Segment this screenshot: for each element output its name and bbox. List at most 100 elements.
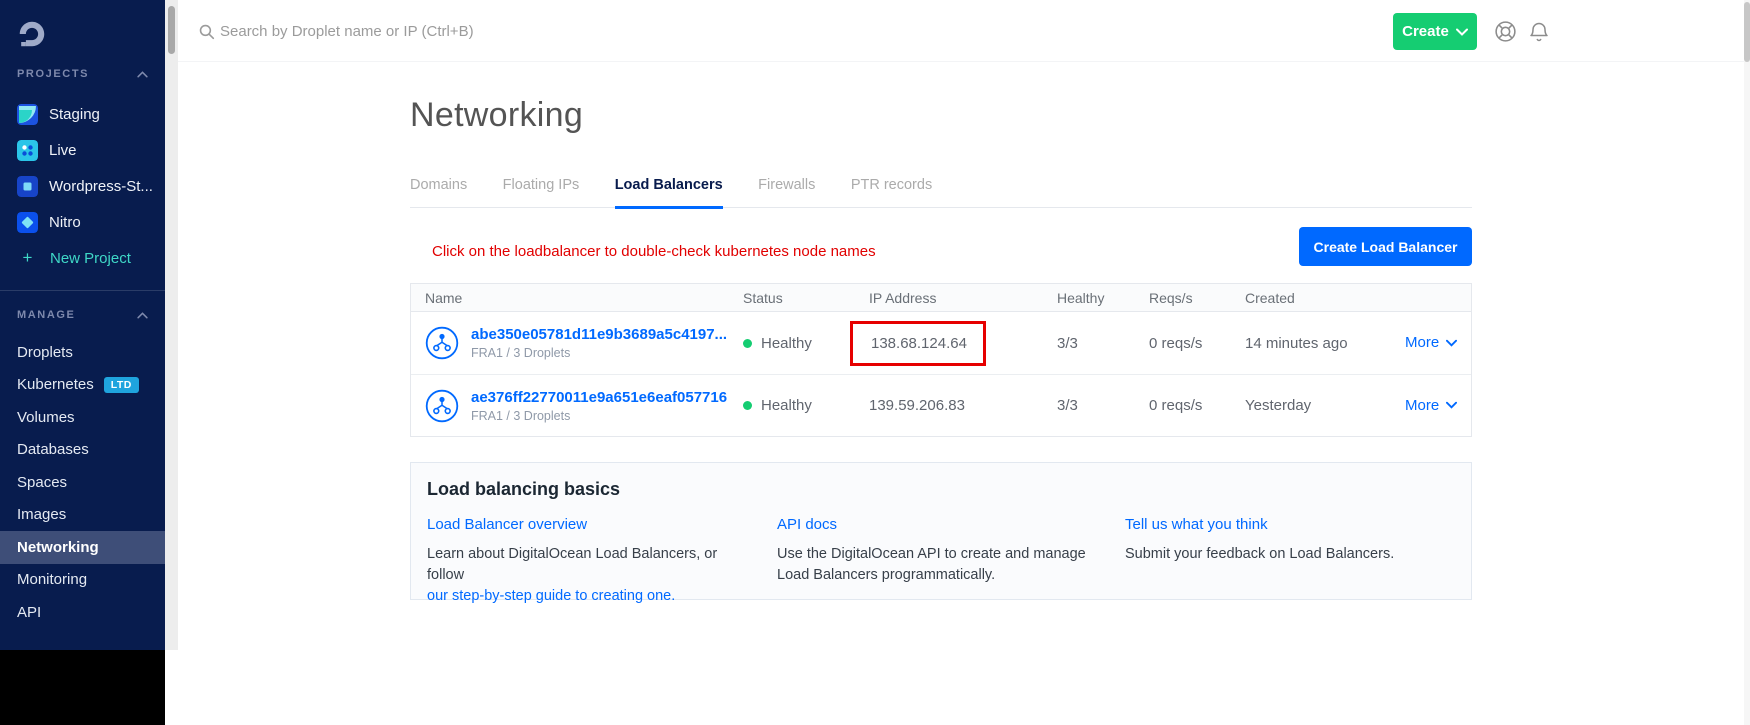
sidebar-item-label: Volumes: [17, 409, 75, 426]
page-scrollbar[interactable]: [1744, 0, 1750, 725]
sidebar-item-live[interactable]: Live: [0, 132, 165, 168]
status-dot-healthy: [743, 339, 752, 348]
help-lifebuoy-icon[interactable]: [1493, 19, 1518, 44]
tab-ptr-records[interactable]: PTR records: [851, 177, 932, 206]
column-header-created: Created: [1245, 290, 1405, 306]
table-row[interactable]: ae376ff22770011e9a651e6eaf057716 FRA1 / …: [411, 374, 1471, 436]
basics-title: Load balancing basics: [427, 479, 620, 500]
sidebar-item-label: Kubernetes: [17, 376, 94, 393]
requests-per-second: 0 reqs/s: [1149, 335, 1245, 352]
tab-firewalls[interactable]: Firewalls: [758, 177, 815, 206]
load-balancer-name-link[interactable]: ae376ff22770011e9a651e6eaf057716: [471, 389, 727, 406]
sidebar-item-label: Nitro: [49, 214, 81, 231]
basics-column-overview: Load Balancer overview Learn about Digit…: [427, 516, 757, 607]
create-load-balancer-button[interactable]: Create Load Balancer: [1299, 227, 1472, 266]
sidebar-scrollbar-thumb[interactable]: [168, 6, 175, 54]
status-label: Healthy: [761, 335, 812, 352]
load-balancer-icon: [425, 326, 459, 360]
chevron-up-icon: [137, 71, 148, 78]
app-window: PROJECTS Staging Live Wordpress-St... Ni…: [0, 0, 1750, 725]
table-row[interactable]: abe350e05781d11e9b3689a5c4197... FRA1 / …: [411, 312, 1471, 374]
new-project-label: New Project: [50, 250, 131, 267]
projects-section-header[interactable]: PROJECTS: [17, 68, 148, 80]
more-menu-button[interactable]: More: [1405, 334, 1457, 351]
more-label: More: [1405, 397, 1439, 414]
project-icon-live: [17, 140, 38, 161]
manage-section-header[interactable]: MANAGE: [17, 309, 148, 321]
load-balancer-icon: [425, 389, 459, 423]
sidebar-item-api[interactable]: API: [0, 596, 165, 629]
create-button-label: Create: [1402, 23, 1449, 40]
basics-text: Use the DigitalOcean API to create and m…: [777, 546, 1086, 583]
load-balancer-subtitle: FRA1 / 3 Droplets: [471, 346, 727, 360]
step-by-step-guide-link[interactable]: our step-by-step guide to creating one.: [427, 588, 675, 604]
load-balancer-table: Name Status IP Address Healthy Reqs/s Cr…: [410, 283, 1472, 437]
manage-header-label: MANAGE: [17, 309, 76, 321]
basics-column-api: API docs Use the DigitalOcean API to cre…: [777, 516, 1107, 586]
sidebar-item-networking[interactable]: Networking: [0, 531, 165, 564]
sidebar-item-databases[interactable]: Databases: [0, 434, 165, 467]
column-header-name: Name: [425, 290, 743, 306]
sidebar-item-label: Spaces: [17, 474, 67, 491]
api-docs-link[interactable]: API docs: [777, 516, 837, 533]
status-dot-healthy: [743, 401, 752, 410]
chevron-down-icon: [1456, 28, 1468, 36]
sidebar-item-label: Databases: [17, 441, 89, 458]
more-label: More: [1405, 334, 1439, 351]
sidebar-item-label: Droplets: [17, 344, 73, 361]
load-balancer-name-link[interactable]: abe350e05781d11e9b3689a5c4197...: [471, 326, 727, 343]
sidebar-item-spaces[interactable]: Spaces: [0, 466, 165, 499]
sidebar-item-images[interactable]: Images: [0, 499, 165, 532]
sidebar-item-kubernetes[interactable]: Kubernetes LTD: [0, 369, 165, 402]
projects-list: Staging Live Wordpress-St... Nitro + New…: [0, 96, 165, 276]
created-time: 14 minutes ago: [1245, 335, 1405, 352]
sidebar-item-label: Wordpress-St...: [49, 178, 153, 195]
sidebar-item-label: Images: [17, 506, 66, 523]
sidebar-item-label: Networking: [17, 539, 99, 556]
basics-text: Learn about DigitalOcean Load Balancers,…: [427, 546, 717, 583]
table-header-row: Name Status IP Address Healthy Reqs/s Cr…: [411, 284, 1471, 312]
page-title: Networking: [410, 96, 583, 135]
tab-floating-ips[interactable]: Floating IPs: [503, 177, 580, 206]
notifications-bell-icon[interactable]: [1527, 19, 1551, 44]
new-project-button[interactable]: + New Project: [0, 240, 165, 276]
column-header-status: Status: [743, 290, 869, 306]
chevron-up-icon: [137, 312, 148, 319]
requests-per-second: 0 reqs/s: [1149, 397, 1245, 414]
sidebar-item-label: Monitoring: [17, 571, 87, 588]
sidebar: PROJECTS Staging Live Wordpress-St... Ni…: [0, 0, 165, 650]
chevron-down-icon: [1446, 339, 1457, 347]
sidebar-item-volumes[interactable]: Volumes: [0, 401, 165, 434]
plus-icon: +: [17, 248, 38, 268]
digitalocean-logo-icon[interactable]: [16, 18, 48, 50]
more-menu-button[interactable]: More: [1405, 397, 1457, 414]
create-button[interactable]: Create: [1393, 13, 1477, 50]
ip-address: 139.59.206.83: [869, 397, 1057, 414]
search-icon: [198, 23, 215, 40]
load-balancer-subtitle: FRA1 / 3 Droplets: [471, 409, 727, 423]
healthy-count: 3/3: [1057, 397, 1149, 414]
tab-load-balancers[interactable]: Load Balancers: [615, 177, 723, 209]
ltd-badge: LTD: [104, 377, 139, 393]
column-header-ip: IP Address: [869, 290, 1057, 306]
column-header-reqs: Reqs/s: [1149, 290, 1245, 306]
healthy-count: 3/3: [1057, 335, 1149, 352]
sidebar-scrollbar[interactable]: [165, 0, 178, 650]
load-balancing-basics-card: Load balancing basics Load Balancer over…: [410, 462, 1472, 600]
sidebar-item-droplets[interactable]: Droplets: [0, 336, 165, 369]
tell-us-link[interactable]: Tell us what you think: [1125, 516, 1268, 533]
page-scrollbar-thumb[interactable]: [1744, 2, 1750, 62]
created-time: Yesterday: [1245, 397, 1405, 414]
load-balancer-overview-link[interactable]: Load Balancer overview: [427, 516, 587, 533]
tab-domains[interactable]: Domains: [410, 177, 467, 206]
sidebar-bottom-fill: [0, 650, 165, 725]
sidebar-item-staging[interactable]: Staging: [0, 96, 165, 132]
search-input[interactable]: [220, 14, 780, 48]
project-icon-wordpress: [17, 176, 38, 197]
sidebar-item-nitro[interactable]: Nitro: [0, 204, 165, 240]
sidebar-item-wordpress[interactable]: Wordpress-St...: [0, 168, 165, 204]
sidebar-item-label: API: [17, 604, 41, 621]
sidebar-item-monitoring[interactable]: Monitoring: [0, 564, 165, 597]
tab-bar: Domains Floating IPs Load Balancers Fire…: [410, 176, 1472, 208]
manage-list: Droplets Kubernetes LTD Volumes Database…: [0, 336, 165, 629]
